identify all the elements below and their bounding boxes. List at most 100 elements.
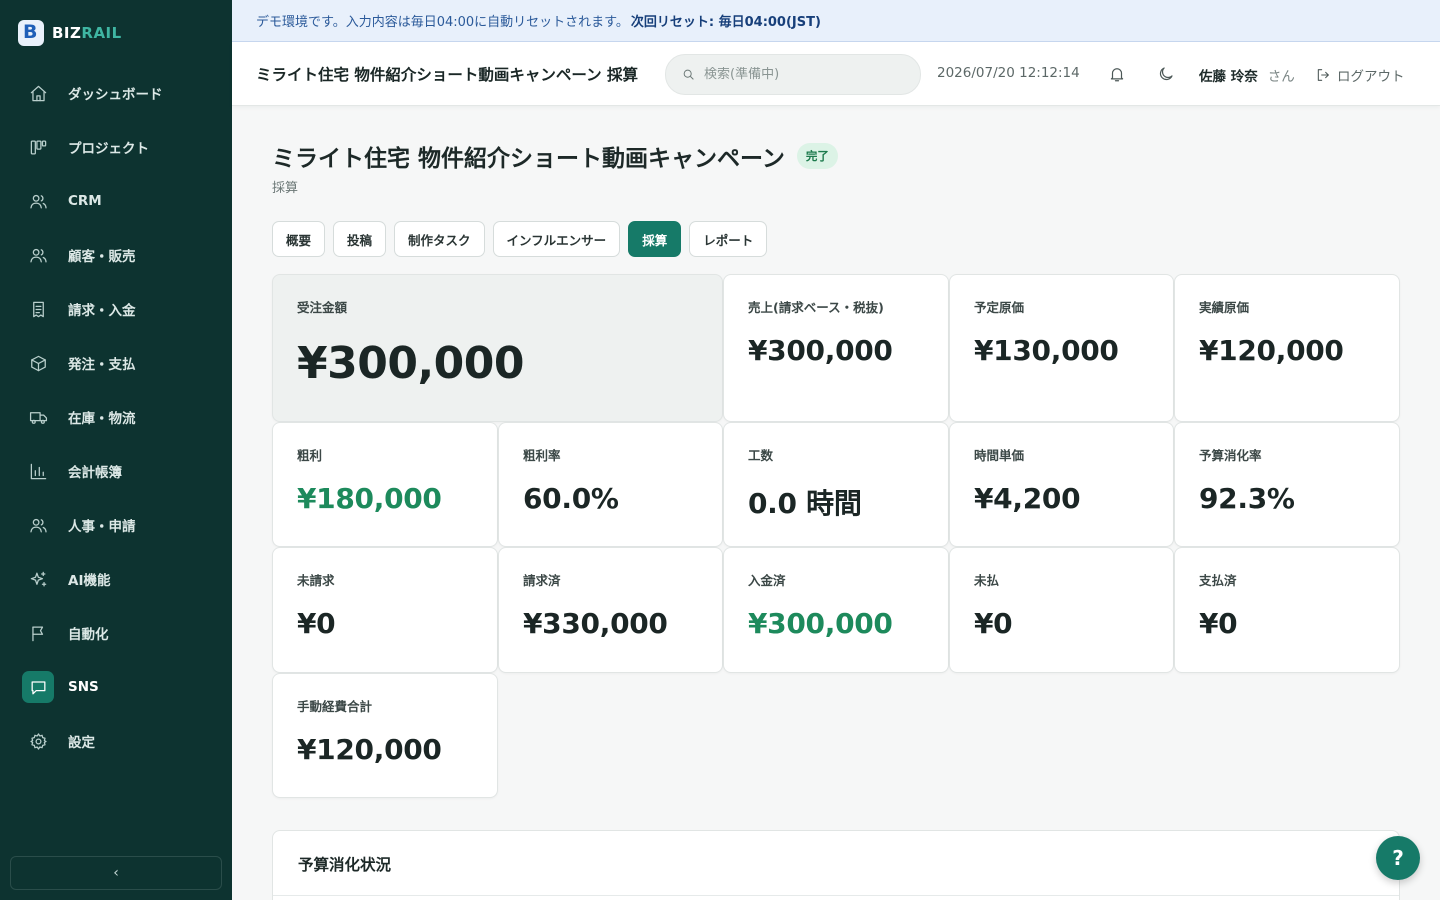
sidebar-item-sns[interactable]: SNS — [0, 660, 232, 714]
search-box[interactable] — [665, 54, 921, 95]
metric-value: ¥0 — [1199, 607, 1238, 640]
metric-value: ¥300,000 — [748, 334, 893, 367]
metric-value: ¥330,000 — [523, 607, 668, 640]
section-title: 予算消化状況 — [298, 856, 392, 874]
metric-card-budget-rate: 予算消化率 92.3% — [1174, 422, 1400, 547]
topbar-title: ミライト住宅 物件紹介ショート動画キャンペーン 採算 — [256, 66, 639, 84]
tab-production-tasks[interactable]: 制作タスク — [394, 221, 485, 257]
section-divider — [273, 895, 1399, 896]
tab-report[interactable]: レポート — [689, 221, 768, 257]
truck-icon — [22, 401, 54, 433]
sidebar-item-label: 発注・支払 — [68, 357, 136, 373]
sidebar-item-label: 顧客・販売 — [68, 249, 136, 265]
sidebar-item-label: 自動化 — [68, 627, 109, 643]
sidebar-item-automation[interactable]: 自動化 — [0, 606, 232, 660]
home-icon — [22, 77, 54, 109]
sidebar-item-ai[interactable]: AI機能 — [0, 552, 232, 606]
banner-reset-time: 次回リセット: 毎日04:00(JST) — [630, 15, 821, 30]
sidebar-item-label: 会計帳簿 — [68, 465, 122, 481]
metric-label: 未請求 — [297, 573, 335, 588]
metric-card-paid: 支払済 ¥0 — [1174, 547, 1400, 673]
metric-label: 請求済 — [523, 573, 561, 588]
metric-card-unbilled: 未請求 ¥0 — [272, 547, 498, 673]
metric-card-man-hours: 工数 0.0 時間 — [723, 422, 949, 547]
metric-label: 予定原価 — [974, 300, 1025, 315]
metric-card-hourly-rate: 時間単価 ¥4,200 — [949, 422, 1174, 547]
users-icon — [22, 185, 54, 217]
sidebar-item-customers-sales[interactable]: 顧客・販売 — [0, 228, 232, 282]
gear-icon — [22, 725, 54, 757]
sidebar-item-label: SNS — [68, 679, 99, 695]
search-input[interactable] — [704, 67, 904, 82]
box-icon — [22, 347, 54, 379]
sidebar-item-purchasing[interactable]: 発注・支払 — [0, 336, 232, 390]
metric-label: 予算消化率 — [1199, 448, 1262, 463]
metric-value: 92.3% — [1199, 482, 1295, 515]
tab-profitability[interactable]: 採算 — [628, 221, 682, 257]
sidebar-item-crm[interactable]: CRM — [0, 174, 232, 228]
sidebar-item-label: 在庫・物流 — [68, 411, 136, 427]
logout-icon — [1315, 67, 1331, 83]
metric-value: ¥120,000 — [1199, 334, 1344, 367]
kanban-icon — [22, 131, 54, 163]
tab-overview[interactable]: 概要 — [272, 221, 326, 257]
metric-card-manual-expenses: 手動経費合計 ¥120,000 — [272, 673, 498, 798]
metric-label: 実績原価 — [1199, 300, 1250, 315]
sidebar-item-settings[interactable]: 設定 — [0, 714, 232, 768]
brand-logo-link[interactable]: BIZRAIL — [18, 20, 122, 46]
brand-name: BIZRAIL — [52, 24, 122, 42]
sidebar-item-label: 設定 — [68, 735, 95, 751]
metric-card-billed: 請求済 ¥330,000 — [498, 547, 723, 673]
user-name[interactable]: 佐藤 玲奈 さん — [1199, 65, 1295, 85]
sidebar-item-billing[interactable]: 請求・入金 — [0, 282, 232, 336]
sidebar-item-accounting[interactable]: 会計帳簿 — [0, 444, 232, 498]
logout-button[interactable]: ログアウト — [1315, 65, 1405, 85]
sidebar-item-label: CRM — [68, 193, 102, 209]
bizrail-logo-icon — [18, 20, 44, 46]
sidebar-item-dashboard[interactable]: ダッシュボード — [0, 66, 232, 120]
metric-label: 粗利率 — [523, 448, 561, 463]
metric-card-actual-cost: 実績原価 ¥120,000 — [1174, 274, 1400, 422]
sidebar-item-label: ダッシュボード — [68, 87, 163, 103]
metric-value: ¥130,000 — [974, 334, 1119, 367]
metric-label: 粗利 — [297, 448, 323, 463]
sidebar-item-inventory[interactable]: 在庫・物流 — [0, 390, 232, 444]
page-title: ミライト住宅 物件紹介ショート動画キャンペーン — [272, 146, 785, 172]
status-badge: 完了 — [796, 143, 838, 169]
metric-card-gross-profit: 粗利 ¥180,000 — [272, 422, 498, 547]
user-suffix: さん — [1267, 69, 1295, 85]
sidebar-item-label: 請求・入金 — [68, 303, 136, 319]
metric-label: 支払済 — [1199, 573, 1237, 588]
users-icon — [22, 239, 54, 271]
flag-icon — [22, 617, 54, 649]
bell-icon[interactable] — [1108, 65, 1126, 83]
sidebar-collapse-button[interactable]: ‹ — [10, 856, 222, 890]
sidebar-nav: ダッシュボード プロジェクト CRM 顧客・販売 請求・入金 発注・支払 在庫・… — [0, 66, 232, 768]
metric-label: 受注金額 — [297, 300, 348, 315]
metric-value: ¥120,000 — [297, 733, 442, 766]
sidebar-item-projects[interactable]: プロジェクト — [0, 120, 232, 174]
page-header: ミライト住宅 物件紹介ショート動画キャンペーン 完了 — [272, 139, 838, 173]
tab-influencers[interactable]: インフルエンサー — [492, 221, 621, 257]
sidebar-item-hr[interactable]: 人事・申請 — [0, 498, 232, 552]
current-datetime: 2026/07/20 12:12:14 — [937, 65, 1080, 81]
metric-label: 工数 — [748, 448, 774, 463]
metric-value: ¥0 — [297, 607, 336, 640]
page-subtitle: 採算 — [272, 181, 299, 196]
campaign-tabs: 概要 投稿 制作タスク インフルエンサー 採算 レポート — [272, 221, 768, 257]
tab-posts[interactable]: 投稿 — [333, 221, 387, 257]
metric-value: ¥180,000 — [297, 482, 442, 515]
bar-chart-icon — [22, 455, 54, 487]
metric-value: ¥300,000 — [748, 607, 893, 640]
metric-label: 未払 — [974, 573, 1000, 588]
metric-label: 時間単価 — [974, 448, 1025, 463]
metric-label: 手動経費合計 — [297, 699, 373, 714]
moon-icon[interactable] — [1157, 65, 1175, 83]
budget-consumption-section: 予算消化状況 — [272, 830, 1400, 900]
metric-value: ¥4,200 — [974, 482, 1081, 515]
help-button[interactable]: ? — [1376, 836, 1420, 880]
metric-card-sales: 売上(請求ベース・税抜) ¥300,000 — [723, 274, 949, 422]
metric-card-received: 入金済 ¥300,000 — [723, 547, 949, 673]
sidebar: BIZRAIL ダッシュボード プロジェクト CRM 顧客・販売 請求・入金 発… — [0, 0, 232, 900]
search-icon — [683, 69, 694, 80]
